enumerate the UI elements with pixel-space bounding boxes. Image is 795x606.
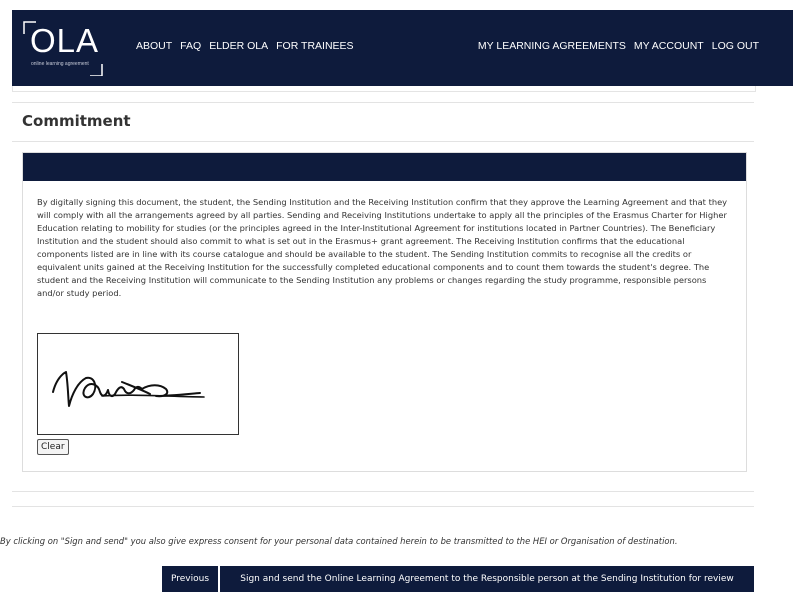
nav-elder-ola[interactable]: ELDER OLA [209,40,268,52]
nav-log-out[interactable]: LOG OUT [712,40,759,52]
account-nav: MY LEARNING AGREEMENTS MY ACCOUNT LOG OU… [478,40,759,52]
divider [12,141,754,142]
logo-subtitle: online learning agreement [31,61,89,67]
previous-section-card [12,86,756,92]
logo-text: OLA [30,22,100,59]
commitment-text: By digitally signing this document, the … [37,197,728,298]
top-navigation-bar: OLA online learning agreement ABOUT FAQ … [12,10,793,86]
consent-notice: By clicking on "Sign and send" you also … [0,536,678,546]
divider [12,491,754,492]
previous-button[interactable]: Previous [162,566,218,592]
divider [12,102,754,103]
nav-my-account[interactable]: MY ACCOUNT [634,40,704,52]
signature-pad[interactable] [37,333,239,435]
commitment-panel: By digitally signing this document, the … [22,152,747,472]
section-title: Commitment [22,112,131,130]
main-nav: ABOUT FAQ ELDER OLA FOR TRAINEES [136,40,354,52]
panel-header [23,153,746,181]
clear-signature-button[interactable]: Clear [37,439,69,455]
signature-drawing [52,371,205,407]
sign-and-send-button[interactable]: Sign and send the Online Learning Agreem… [220,566,754,592]
nav-faq[interactable]: FAQ [180,40,201,52]
divider [12,506,754,507]
nav-my-learning-agreements[interactable]: MY LEARNING AGREEMENTS [478,40,626,52]
ola-logo[interactable]: OLA online learning agreement [22,20,112,76]
nav-about[interactable]: ABOUT [136,40,172,52]
nav-for-trainees[interactable]: FOR TRAINEES [276,40,353,52]
